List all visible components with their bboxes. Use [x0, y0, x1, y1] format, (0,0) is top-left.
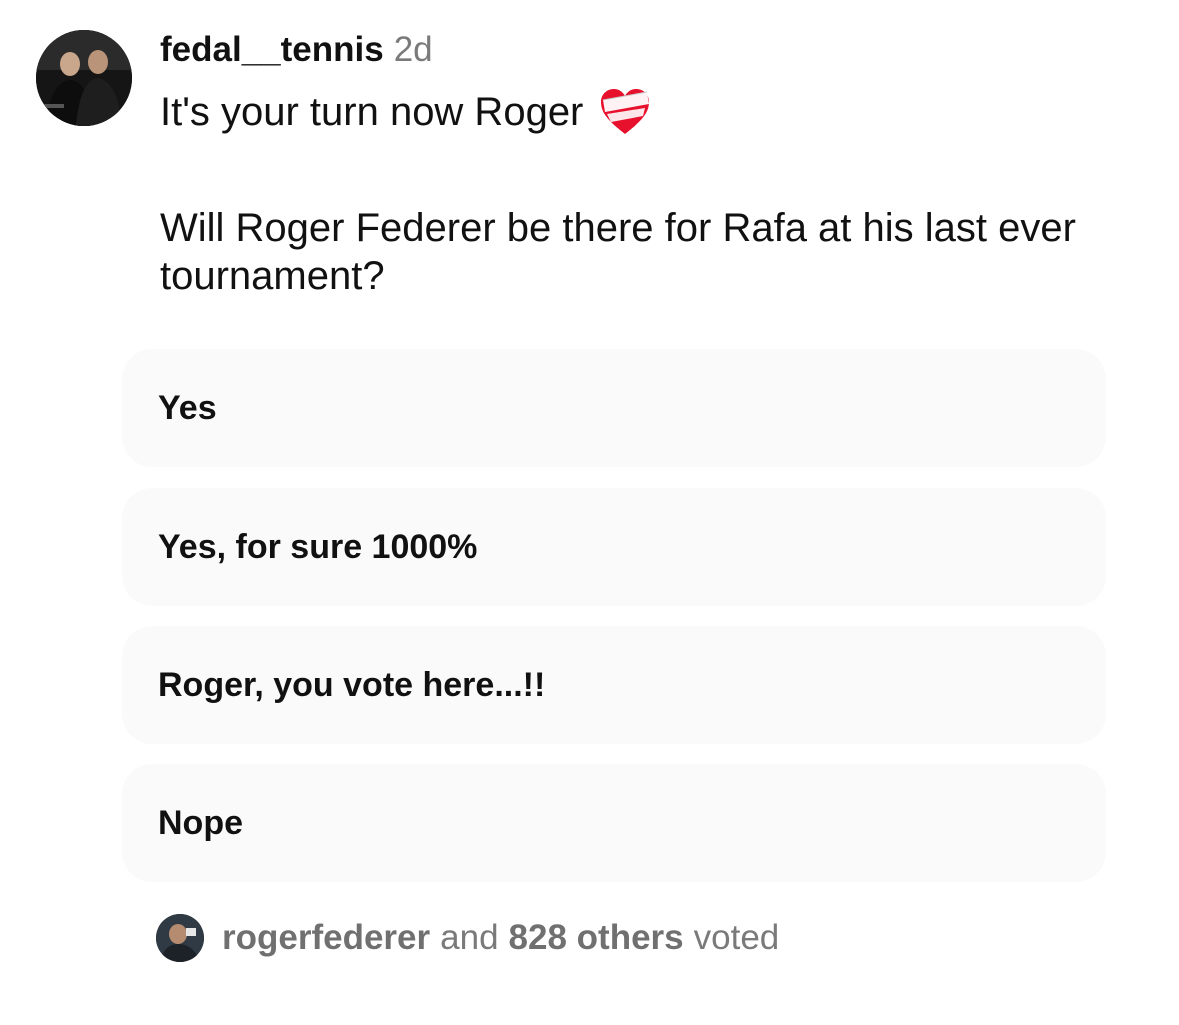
mending-heart-icon — [597, 84, 653, 140]
voters-summary[interactable]: rogerfederer and 828 others voted — [156, 914, 789, 962]
post-timestamp: 2d — [393, 30, 433, 69]
poll-option-label: Yes — [158, 388, 217, 427]
avatar-photo — [36, 30, 132, 126]
caption-text: It's your turn now Roger — [160, 90, 584, 134]
poll-question: Will Roger Federer be there for Rafa at … — [160, 206, 1076, 298]
voter-username[interactable]: rogerfederer — [222, 918, 430, 958]
post-caption: It's your turn now Roger — [160, 84, 653, 140]
voters-suffix: voted — [693, 918, 780, 957]
poll-option-label: Yes, for sure 1000% — [158, 527, 478, 566]
username-link[interactable]: fedal__tennis — [160, 30, 384, 69]
poll-option-yes-for-sure[interactable]: Yes, for sure 1000% — [122, 488, 1106, 606]
poll-option-label: Roger, you vote here...!! — [158, 665, 546, 704]
poll-option-nope[interactable]: Nope — [122, 764, 1106, 882]
voters-and-text: and — [440, 918, 499, 957]
profile-avatar[interactable] — [36, 30, 132, 126]
poll-option-label: Nope — [158, 803, 243, 842]
poll-option-roger-vote[interactable]: Roger, you vote here...!! — [122, 626, 1106, 744]
voter-avatar[interactable] — [156, 914, 204, 962]
voters-others-count[interactable]: 828 others — [509, 918, 684, 958]
poll-option-yes[interactable]: Yes — [122, 349, 1106, 467]
post-header: fedal__tennis 2d — [160, 28, 433, 72]
